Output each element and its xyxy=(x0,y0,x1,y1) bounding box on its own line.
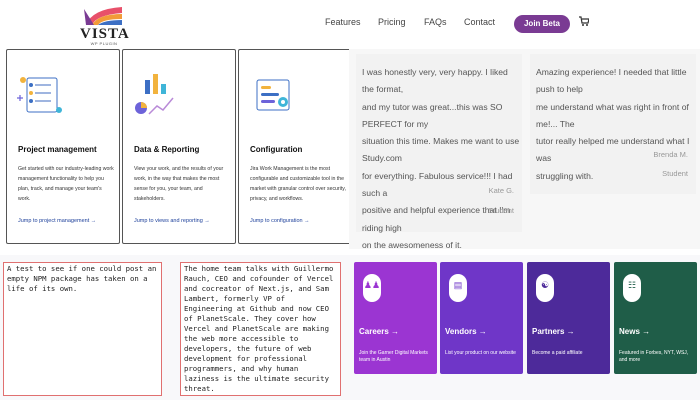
tile-description: Join the Garner Digital Markets team in … xyxy=(359,350,428,363)
careers-tile[interactable]: ♟♟ Careers → Join the Garner Digital Mar… xyxy=(354,262,437,374)
brand-logo[interactable]: VISTA WP PLUGIN xyxy=(80,5,129,46)
testimonial-author: Brenda M. xyxy=(653,150,688,159)
tile-description: Become a paid affiliate xyxy=(532,350,583,356)
nav-pricing[interactable]: Pricing xyxy=(378,17,406,27)
nav-faqs[interactable]: FAQs xyxy=(424,17,447,27)
vendors-tile[interactable]: ▤ Vendors → List your product on our web… xyxy=(440,262,523,374)
tile-description: List your product on our website xyxy=(445,350,516,356)
logo-subtitle: WP PLUGIN xyxy=(90,41,118,46)
configuration-illustration-icon xyxy=(256,79,290,111)
cart-icon[interactable] xyxy=(579,15,589,27)
news-tile[interactable]: ☷ News → Featured in Forbes, NYT, WSJ, a… xyxy=(614,262,697,374)
project-management-illustration-icon xyxy=(17,77,62,113)
tile-title: News → xyxy=(619,327,651,336)
vendors-icon: ▤ xyxy=(449,274,467,302)
join-beta-button[interactable]: Join Beta xyxy=(514,15,570,33)
feature-card-configuration: Configuration Jira Work Management is th… xyxy=(238,49,352,244)
nav-features[interactable]: Features xyxy=(325,17,361,27)
testimonial-author: Kate G. xyxy=(488,186,514,195)
testimonial-card: I was honestly very, very happy. I liked… xyxy=(356,54,522,250)
data-reporting-illustration-icon xyxy=(135,74,174,115)
nav-contact[interactable]: Contact xyxy=(464,17,495,27)
tile-title: Careers → xyxy=(359,327,400,336)
tile-title: Partners → xyxy=(532,327,575,336)
testimonial-role: Student xyxy=(488,206,514,215)
feature-description: Jira Work Management is the most configu… xyxy=(250,166,346,202)
testimonial-quote: I was honestly very, very happy. I liked… xyxy=(362,67,520,250)
feature-card-project-management: Project management Get started with our … xyxy=(6,49,120,244)
careers-icon: ♟♟ xyxy=(363,274,381,302)
feature-title: Data & Reporting xyxy=(134,145,200,154)
testimonial-role: Student xyxy=(662,169,688,178)
blog-post-excerpt: The home team talks with Guillermo Rauch… xyxy=(180,262,341,396)
tile-title: Vendors → xyxy=(445,327,487,336)
feature-description: Get started with our industry-leading wo… xyxy=(18,166,114,202)
news-icon: ☷ xyxy=(623,274,641,302)
feature-card-data-reporting: Data & Reporting View your work, and the… xyxy=(122,49,236,244)
testimonial-card: Amazing experience! I needed that little… xyxy=(530,54,696,194)
blog-post-excerpt: A test to see if one could post an empty… xyxy=(3,262,162,396)
feature-title: Project management xyxy=(18,145,97,154)
tile-description: Featured in Forbes, NYT, WSJ, and more xyxy=(619,350,689,363)
jump-to-project-management-link[interactable]: Jump to project management → xyxy=(18,218,96,224)
partners-icon: ☯ xyxy=(536,274,554,302)
feature-title: Configuration xyxy=(250,145,303,154)
partners-tile[interactable]: ☯ Partners → Become a paid affiliate xyxy=(527,262,610,374)
jump-to-views-and-reporting-link[interactable]: Jump to views and reporting → xyxy=(134,218,210,224)
feature-description: View your work, and the results of your … xyxy=(134,166,224,202)
logo-mark-icon xyxy=(84,7,122,25)
jump-to-configuration-link[interactable]: Jump to configuration → xyxy=(250,218,310,224)
